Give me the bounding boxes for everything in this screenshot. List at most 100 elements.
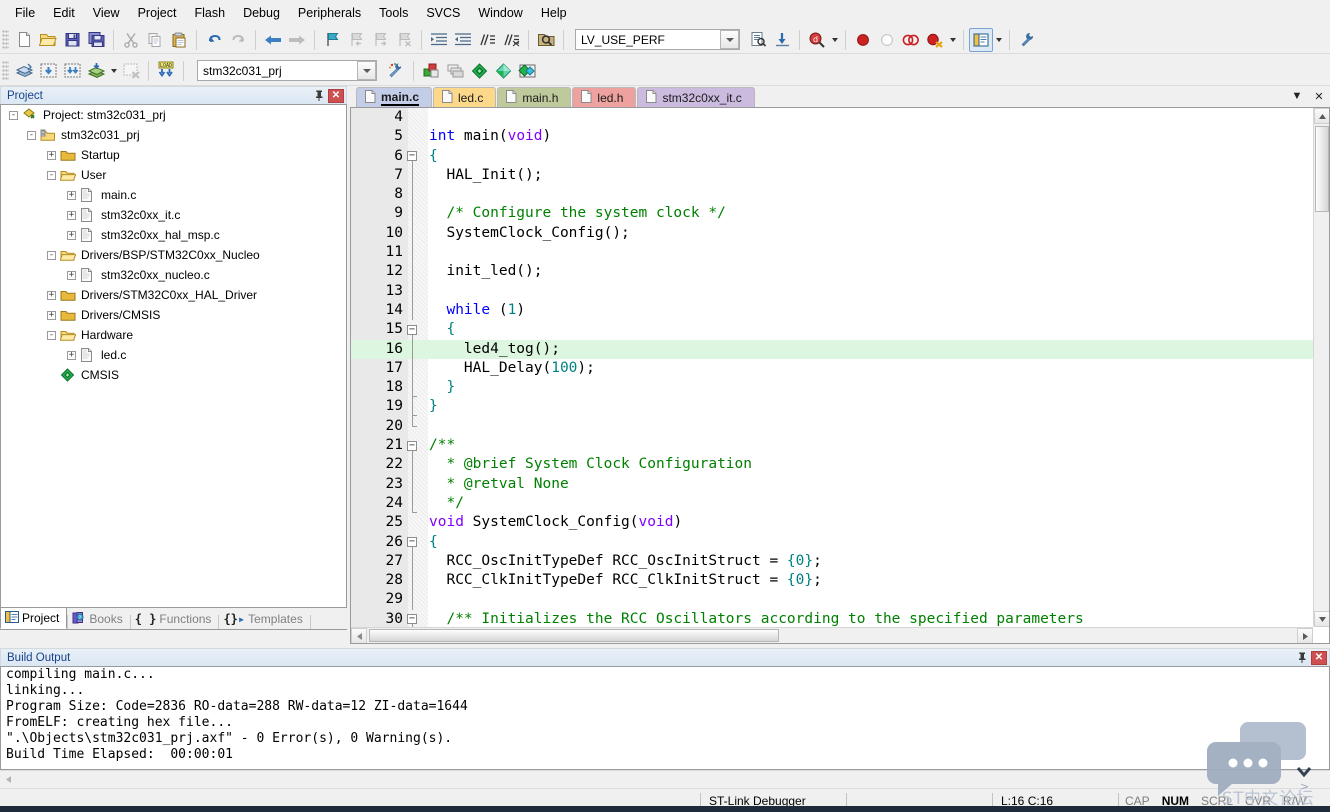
code-line[interactable]: 10 SystemClock_Config(); — [351, 223, 1329, 244]
project-tree[interactable]: - Project: stm32c031_prj - stm32c031_prj… — [0, 104, 347, 608]
tree-node-startup[interactable]: + Startup — [1, 145, 346, 165]
code-line[interactable]: 11 — [351, 243, 1329, 263]
menu-item-peripherals[interactable]: Peripherals — [289, 2, 370, 24]
code-line[interactable]: 4 — [351, 108, 1329, 127]
toolbar-grip[interactable] — [2, 60, 9, 81]
tree-node-bsp-nucleo[interactable]: - Drivers/BSP/STM32C0xx_Nucleo — [1, 245, 346, 265]
batch-build-dropdown-icon[interactable] — [108, 60, 119, 82]
tree-node-target[interactable]: - stm32c031_prj — [1, 125, 346, 145]
save-icon[interactable] — [60, 28, 84, 52]
code-line[interactable]: 19} — [351, 397, 1329, 417]
navigate-back-icon[interactable] — [261, 28, 285, 52]
fold-marker[interactable] — [403, 204, 428, 224]
bookmark-prev-icon[interactable] — [344, 28, 368, 52]
tree-node-hal-driver[interactable]: + Drivers/STM32C0xx_HAL_Driver — [1, 285, 346, 305]
bookmark-next-icon[interactable] — [368, 28, 392, 52]
breakpoint-insert-icon[interactable] — [851, 28, 875, 52]
panel-tab-project[interactable]: Project — [0, 607, 68, 629]
editor-tab-main-h[interactable]: main.h — [497, 87, 572, 107]
code-line[interactable]: 27 RCC_OscInitTypeDef RCC_OscInitStruct … — [351, 551, 1329, 572]
tree-node-file-nucleo-c[interactable]: + stm32c0xx_nucleo.c — [1, 265, 346, 285]
outdent-icon[interactable] — [451, 28, 475, 52]
panel-tab-functions[interactable]: { } Functions — [131, 608, 219, 629]
editor-tab-stm32c0xx-it-c[interactable]: stm32c0xx_it.c — [637, 87, 755, 107]
fold-marker[interactable] — [403, 339, 428, 359]
menu-item-file[interactable]: File — [6, 2, 44, 24]
goto-icon[interactable] — [770, 28, 794, 52]
tree-node-user[interactable]: - User — [1, 165, 346, 185]
editor-tab-led-c[interactable]: led.c — [433, 87, 497, 107]
scrollbar-thumb[interactable] — [1315, 126, 1329, 212]
breakpoint-dropdown-icon[interactable] — [947, 29, 958, 51]
fold-marker[interactable] — [403, 358, 428, 379]
menu-item-view[interactable]: View — [84, 2, 129, 24]
chevron-down-icon[interactable] — [357, 61, 376, 80]
fold-marker[interactable]: − — [403, 320, 428, 340]
comment-icon[interactable] — [475, 28, 499, 52]
tree-toggle[interactable]: - — [9, 110, 18, 120]
code-line[interactable]: 14 while (1) — [351, 300, 1329, 321]
translate-icon[interactable] — [12, 59, 36, 83]
find-combo[interactable]: LV_USE_PERF — [575, 29, 740, 50]
menu-item-flash[interactable]: Flash — [185, 2, 234, 24]
code-line[interactable]: 23 * @retval None — [351, 474, 1329, 494]
tree-toggle[interactable]: + — [67, 210, 76, 220]
fold-marker[interactable] — [403, 455, 428, 475]
fold-marker[interactable] — [403, 493, 428, 514]
code-line[interactable]: 26−{ — [351, 533, 1329, 552]
tree-toggle[interactable]: - — [47, 250, 56, 260]
build-output-text[interactable]: compiling main.c... linking... Program S… — [0, 666, 1330, 770]
menu-item-window[interactable]: Window — [469, 2, 531, 24]
redo-icon[interactable] — [226, 28, 250, 52]
code-line[interactable]: 6−{ — [351, 147, 1329, 166]
code-line[interactable]: 20 — [351, 416, 1329, 436]
rte-icon[interactable] — [491, 59, 515, 83]
code-line[interactable]: 21−/** — [351, 436, 1329, 456]
code-lines[interactable]: 4 5 int main(void) 6−{7 HAL_Init(); 8 9 /* Co… — [351, 108, 1329, 643]
code-line[interactable]: 24 */ — [351, 493, 1329, 514]
breakpoint-disable-all-icon[interactable] — [899, 28, 923, 52]
code-line[interactable]: 9 /* Configure the system clock */ — [351, 204, 1329, 224]
fold-marker[interactable] — [403, 262, 428, 282]
scroll-left-icon[interactable] — [351, 628, 367, 643]
build-icon[interactable] — [36, 59, 60, 83]
editor-tab-led-h[interactable]: led.h — [572, 87, 637, 107]
cut-icon[interactable] — [119, 28, 143, 52]
navigate-forward-icon[interactable] — [285, 28, 309, 52]
debug-find-icon[interactable]: d — [805, 28, 829, 52]
fold-marker[interactable] — [403, 474, 428, 494]
tree-toggle[interactable]: + — [47, 150, 56, 160]
rebuild-icon[interactable] — [60, 59, 84, 83]
close-icon[interactable]: ✕ — [1312, 88, 1326, 104]
code-line[interactable]: 18 } — [351, 378, 1329, 398]
fold-marker[interactable] — [403, 300, 428, 321]
code-line[interactable]: 7 HAL_Init(); — [351, 165, 1329, 186]
code-line[interactable]: 13 — [351, 281, 1329, 301]
fold-marker[interactable] — [403, 185, 428, 205]
menu-item-project[interactable]: Project — [129, 2, 186, 24]
fold-marker[interactable] — [403, 108, 428, 127]
tree-node-cmsis-folder[interactable]: + Drivers/CMSIS — [1, 305, 346, 325]
menu-item-tools[interactable]: Tools — [370, 2, 417, 24]
editor-tab-main-c[interactable]: main.c — [356, 87, 433, 107]
tree-node-cmsis-component[interactable]: CMSIS — [1, 365, 346, 385]
tree-toggle[interactable]: - — [47, 330, 56, 340]
pack-installer-icon[interactable] — [467, 59, 491, 83]
code-line[interactable]: 29 — [351, 590, 1329, 610]
uncomment-icon[interactable] — [499, 28, 523, 52]
pin-icon[interactable] — [311, 88, 326, 103]
tree-toggle[interactable]: + — [67, 190, 76, 200]
batch-build-icon[interactable] — [84, 59, 108, 83]
fold-marker[interactable] — [403, 571, 428, 591]
code-line[interactable]: 12 init_led(); — [351, 262, 1329, 282]
fold-marker[interactable] — [403, 281, 428, 301]
fold-marker[interactable]: − — [403, 533, 428, 552]
code-line[interactable]: 28 RCC_ClkInitTypeDef RCC_ClkInitStruct … — [351, 571, 1329, 591]
code-line[interactable]: 25 void SystemClock_Config(void) — [351, 513, 1329, 532]
fold-marker[interactable] — [403, 127, 428, 146]
tree-toggle[interactable]: - — [27, 130, 36, 140]
tree-toggle[interactable]: + — [47, 290, 56, 300]
tree-node-file-hal-msp-c[interactable]: + stm32c0xx_hal_msp.c — [1, 225, 346, 245]
breakpoint-kill-all-icon[interactable] — [923, 28, 947, 52]
tree-node-file-main-c[interactable]: + main.c — [1, 185, 346, 205]
